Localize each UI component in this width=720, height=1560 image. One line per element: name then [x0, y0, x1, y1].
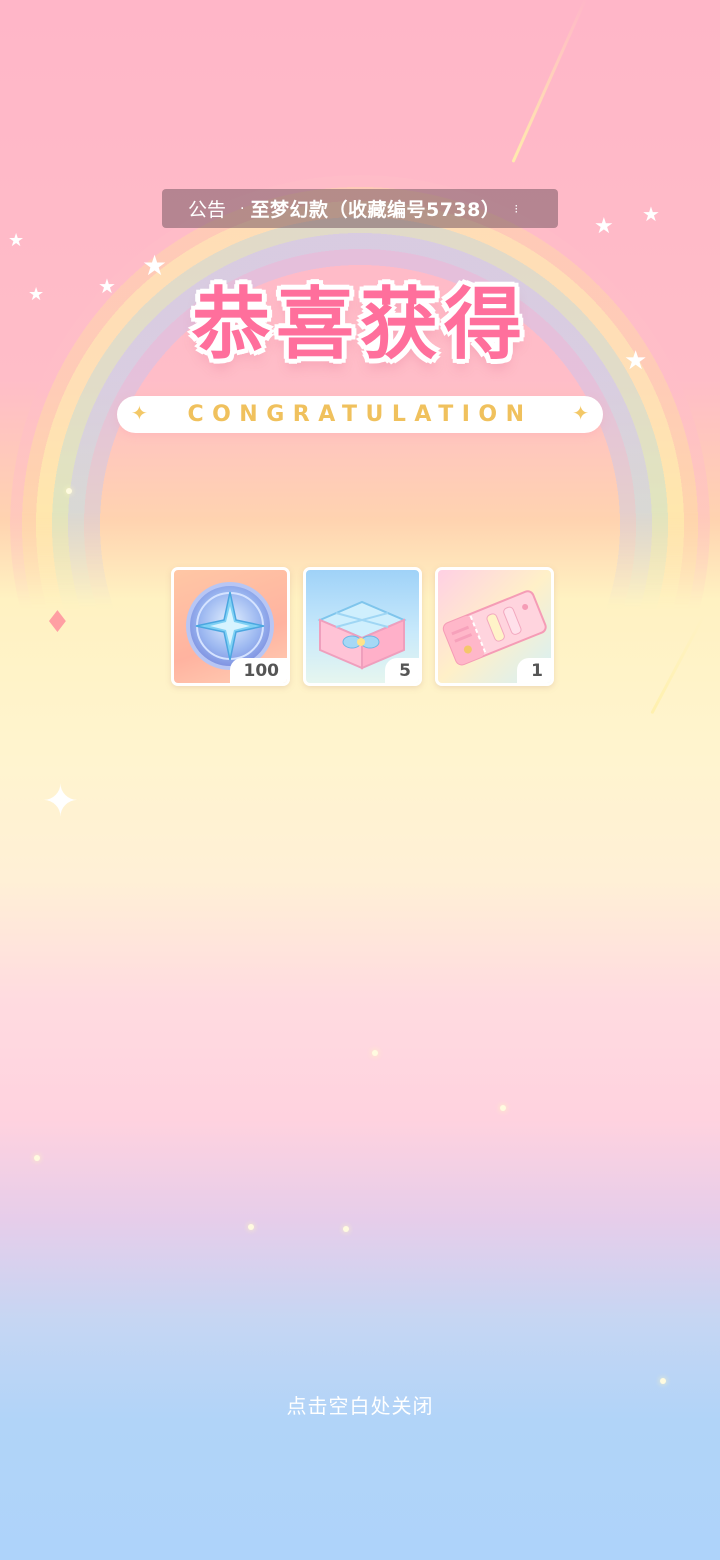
reward-quantity: 5 [385, 658, 419, 683]
glow-dot [248, 1224, 254, 1230]
reward-quantity: 1 [517, 658, 551, 683]
reward-quantity: 100 [229, 658, 287, 683]
sparkle-icon: ✦ [572, 401, 589, 425]
reward-list: 100 5 1 [171, 567, 554, 686]
glow-dot [66, 488, 72, 494]
glow-dot [500, 1105, 506, 1111]
star-icon: ★ [594, 214, 614, 239]
reward-item[interactable]: 100 [171, 567, 290, 686]
announcement-banner[interactable]: 公告 · 至梦幻款（收藏编号5738） ⁝ [162, 189, 558, 228]
glow-dot [660, 1378, 666, 1384]
announcement-bullet: · [240, 200, 245, 217]
announcement-label: 公告 [188, 199, 227, 221]
reward-item[interactable]: 5 [303, 567, 422, 686]
reward-item[interactable]: 1 [435, 567, 554, 686]
announcement-text: 至梦幻款（收藏编号5738） [250, 199, 501, 221]
glow-dot [34, 1155, 40, 1161]
close-hint[interactable]: 点击空白处关闭 [0, 1390, 720, 1419]
glow-dot [372, 1050, 378, 1056]
star-icon: ♦ [44, 605, 71, 640]
page-title: 恭喜获得 [191, 280, 528, 370]
meteor-decoration [511, 0, 588, 163]
subtitle-text: CONGRATULATION [187, 402, 533, 427]
star-icon: ✦ [42, 776, 79, 827]
more-icon: ⁝ [514, 201, 519, 216]
star-icon: ★ [642, 202, 660, 226]
sparkle-icon: ✦ [131, 401, 148, 425]
star-icon: ★ [8, 230, 25, 251]
subtitle-banner: ✦ CONGRATULATION ✦ [117, 396, 603, 433]
glow-dot [343, 1226, 349, 1232]
